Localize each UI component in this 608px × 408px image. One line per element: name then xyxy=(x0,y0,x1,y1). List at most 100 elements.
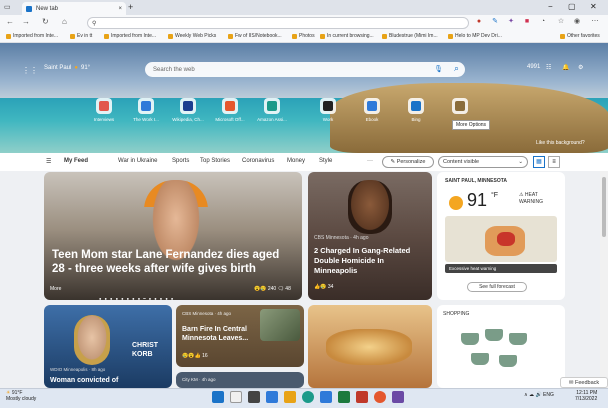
favorite-item[interactable]: Photos xyxy=(292,33,315,39)
app-icon[interactable] xyxy=(392,391,404,403)
start-icon[interactable] xyxy=(212,391,224,403)
carousel-dots[interactable]: ● ● ● ● ● ● ● ● ━ ● ● ● ● ● xyxy=(99,296,174,300)
story-card[interactable]: CBS Minnesota · 4h ago 2 Charged In Gang… xyxy=(308,172,432,300)
new-tab-button[interactable]: + xyxy=(128,2,133,12)
hero-weather[interactable]: Saint Paul ● 91° xyxy=(44,65,90,71)
tab-sports[interactable]: Sports xyxy=(172,158,189,164)
story-card[interactable] xyxy=(308,305,432,388)
quick-link[interactable]: The Work I... xyxy=(126,98,166,122)
tab-money[interactable]: Money xyxy=(287,158,305,164)
list-view-icon[interactable]: ≡ xyxy=(548,156,560,168)
collections-icon[interactable]: ◔ xyxy=(538,17,548,27)
back-icon[interactable]: ← xyxy=(6,17,14,26)
favorite-item[interactable]: Imported from Inte... xyxy=(104,33,156,39)
taskbar-weather[interactable]: ☀ 91°F Mostly cloudy xyxy=(6,390,36,402)
edge-icon[interactable] xyxy=(302,391,314,403)
chat-icon[interactable] xyxy=(266,391,278,403)
tab-top-stories[interactable]: Top Stories xyxy=(200,158,230,164)
window-menu-icon[interactable]: ▭ xyxy=(4,3,11,11)
rewards-points[interactable]: 4991 xyxy=(527,64,540,70)
minimize-icon[interactable]: − xyxy=(548,2,553,11)
story-reactions[interactable]: 😢😮👍 16 xyxy=(182,353,208,359)
apps-grid-icon[interactable]: ⋮⋮ xyxy=(22,66,38,75)
scrollbar[interactable] xyxy=(600,171,608,388)
story-source: City KM · 4h ago xyxy=(182,377,216,382)
profile-icon[interactable]: ◉ xyxy=(572,17,582,27)
browser-tab[interactable]: New tab × xyxy=(22,2,126,15)
favorite-item[interactable]: In current browsing... xyxy=(320,33,374,39)
microphone-icon[interactable]: 🎙 xyxy=(434,65,443,73)
other-favorites[interactable]: Other favorites xyxy=(560,33,600,39)
scrollbar-thumb[interactable] xyxy=(602,177,606,237)
menu-icon[interactable]: ☰ xyxy=(46,158,51,165)
quick-link[interactable]: Ebook xyxy=(352,98,392,122)
extension-shield-icon[interactable]: ● xyxy=(474,17,484,27)
weather-unit[interactable]: °F xyxy=(491,192,498,199)
favorite-item[interactable]: Helo to MP Dev Dri... xyxy=(448,33,502,39)
more-tabs-button[interactable]: ··· xyxy=(367,158,373,164)
favorite-item[interactable]: Bludestrue (Mimi Im... xyxy=(382,33,438,39)
page-settings-icon[interactable]: ⚙ xyxy=(578,64,583,71)
main-story-card[interactable]: Teen Mom star Lane Fernandez dies aged 2… xyxy=(44,172,302,300)
personalize-button[interactable]: ✎ Personalize xyxy=(382,156,434,168)
favorite-item[interactable]: Fw of IIS/Notebook... xyxy=(228,33,282,39)
shopping-card[interactable]: SHOPPING xyxy=(437,305,565,388)
file-explorer-icon[interactable] xyxy=(284,391,296,403)
store-icon[interactable] xyxy=(320,391,332,403)
notification-icon[interactable]: 🔔 xyxy=(562,64,569,71)
refresh-icon[interactable]: ↻ xyxy=(42,17,49,26)
quick-link[interactable] xyxy=(440,98,480,117)
quick-link[interactable]: Microsoft Off... xyxy=(210,98,250,122)
like-background-link[interactable]: Like this background? xyxy=(536,140,585,146)
heat-warning[interactable]: ⚠ HEAT WARNING xyxy=(519,192,563,206)
quick-link[interactable]: Work xyxy=(308,98,348,122)
quick-link[interactable]: Interviews xyxy=(84,98,124,122)
feedback-button[interactable]: ✉ Feedback xyxy=(560,377,608,388)
story-reactions[interactable]: 👍😢 34 xyxy=(314,284,333,290)
extension-pen-icon[interactable]: ✎ xyxy=(490,17,500,27)
quick-link[interactable]: Wikipedia, Ch... xyxy=(168,98,208,122)
tab-coronavirus[interactable]: Coronavirus xyxy=(242,158,274,164)
tab-war-in-ukraine[interactable]: War in Ukraine xyxy=(118,158,157,164)
grid-view-icon[interactable]: ▦ xyxy=(533,156,545,168)
favorites-icon[interactable]: ☆ xyxy=(556,17,566,27)
settings-more-icon[interactable]: ⋯ xyxy=(590,17,600,27)
weather-card[interactable]: SAINT PAUL, MINNESOTA 91 °F ⚠ HEAT WARNI… xyxy=(437,172,565,300)
layout-icon[interactable]: ☷ xyxy=(546,64,551,71)
cookware-image xyxy=(499,355,517,367)
tab-my-feed[interactable]: My Feed xyxy=(64,158,88,164)
quick-link[interactable]: Bing xyxy=(396,98,436,122)
extension-color-icon[interactable]: ■ xyxy=(522,17,532,27)
weather-alert[interactable]: Excessive heat warning xyxy=(445,264,557,273)
home-icon[interactable]: ⌂ xyxy=(62,17,67,26)
task-view-icon[interactable] xyxy=(248,391,260,403)
web-search-input[interactable]: Search the web 🎙 ⌕ xyxy=(145,62,465,77)
close-window-icon[interactable]: ✕ xyxy=(590,2,597,11)
tab-style[interactable]: Style xyxy=(319,158,332,164)
app-icon[interactable] xyxy=(338,391,350,403)
forward-icon[interactable]: → xyxy=(22,17,30,26)
tab-close-icon[interactable]: × xyxy=(118,6,122,12)
story-reactions[interactable]: 😮😢 240 🗨 48 xyxy=(254,286,291,292)
favorite-item[interactable]: Weekly Web Picks xyxy=(168,33,216,39)
story-card[interactable]: City KM · 4h ago xyxy=(176,372,304,388)
app-icon[interactable] xyxy=(356,391,368,403)
maximize-icon[interactable]: ▢ xyxy=(568,2,576,11)
search-icon[interactable]: ⌕ xyxy=(454,63,459,74)
story-card[interactable]: CHRIST KORB WDIO Minneapolis · 8h ago Wo… xyxy=(44,305,172,388)
address-bar[interactable]: ⚲ xyxy=(87,17,469,29)
extension-puzzle-icon[interactable]: ✦ xyxy=(506,17,516,27)
favorite-item[interactable]: Imported from Inte... xyxy=(6,33,58,39)
favorite-item[interactable]: Ev in tt xyxy=(70,33,92,39)
folder-icon xyxy=(168,33,173,39)
system-tray[interactable]: ∧ ☁ 🔊 ENG xyxy=(524,392,554,398)
clock[interactable]: 12:11 PM 7/13/2022 xyxy=(575,390,597,402)
quick-link[interactable]: Amazon Assi... xyxy=(252,98,292,122)
chrome-icon[interactable] xyxy=(374,391,386,403)
story-card[interactable]: CBS Minnesota · 4h ago Barn Fire In Cent… xyxy=(176,305,304,367)
weather-map[interactable] xyxy=(445,216,557,262)
cookware-image xyxy=(485,329,503,341)
content-visibility-select[interactable]: Content visible ⌄ xyxy=(438,156,528,168)
search-icon[interactable] xyxy=(230,391,242,403)
see-forecast-button[interactable]: See full forecast xyxy=(467,282,527,292)
